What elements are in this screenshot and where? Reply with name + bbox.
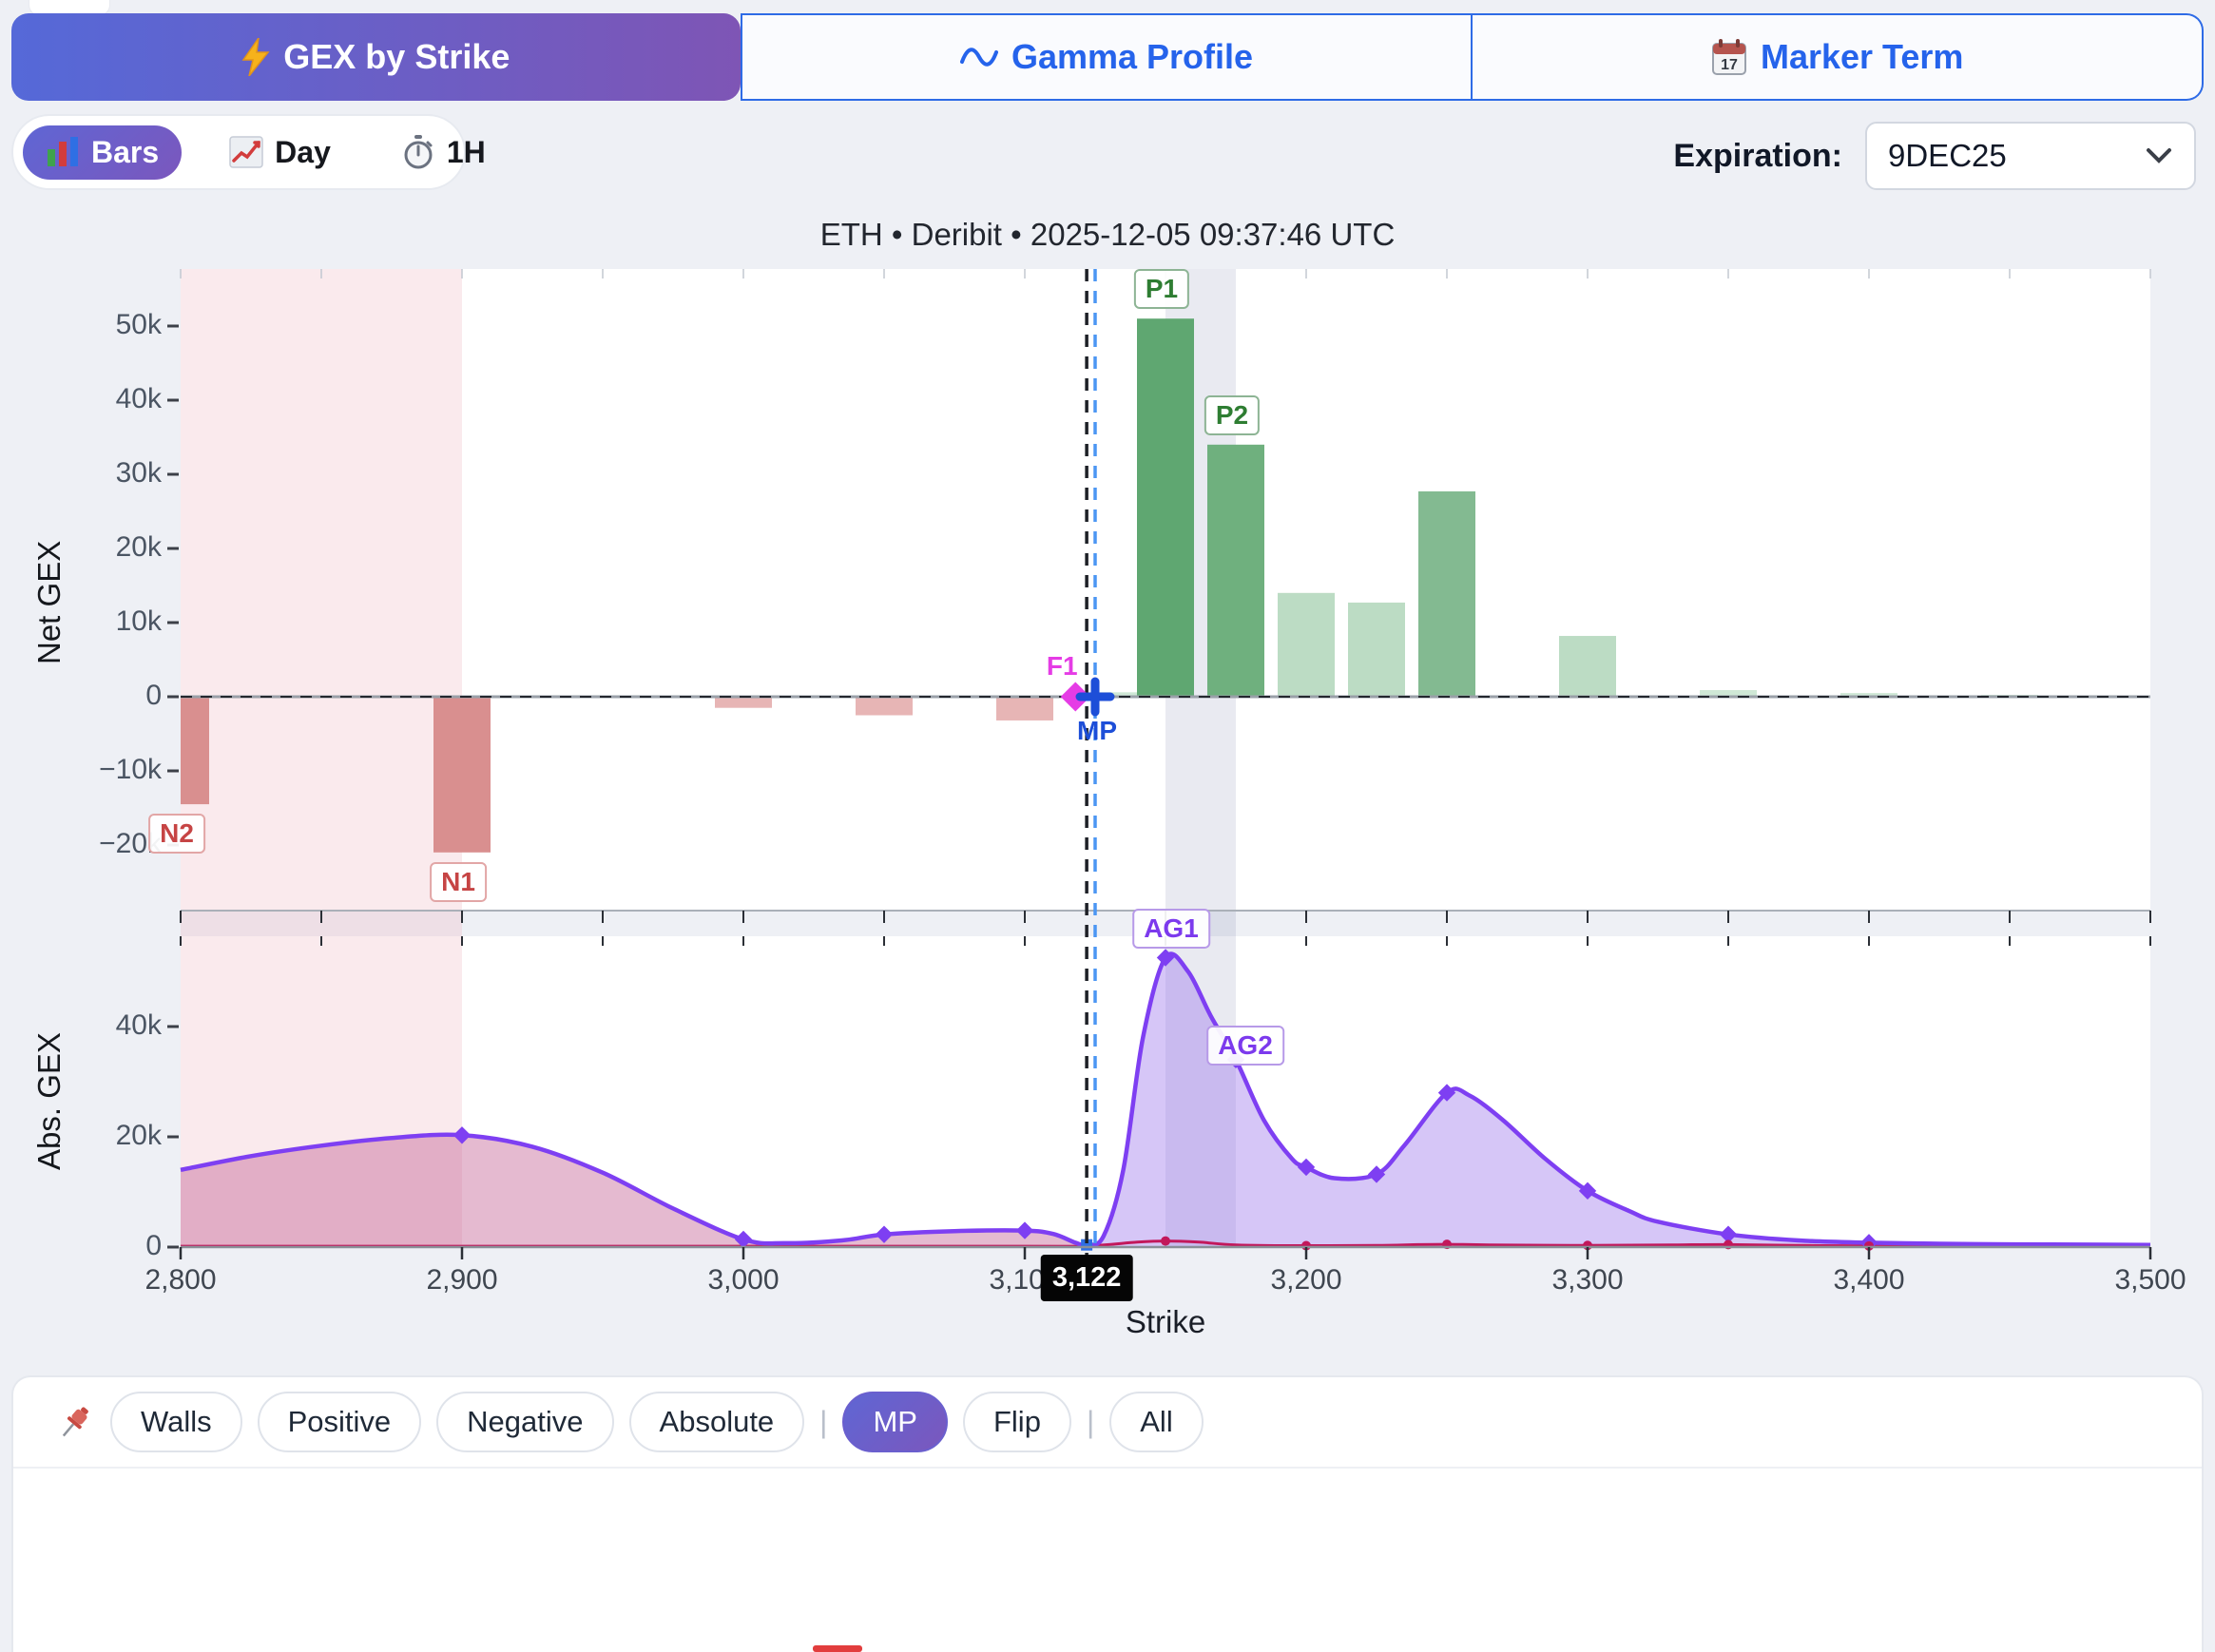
- filter-positive[interactable]: Positive: [258, 1392, 422, 1452]
- net-gex-bar-2800[interactable]: [181, 697, 209, 804]
- gex-charts[interactable]: [0, 0, 2215, 1388]
- net-gex-bar-3225[interactable]: [1348, 603, 1405, 697]
- filter-walls[interactable]: Walls: [110, 1392, 242, 1452]
- net-gex-bar-3150[interactable]: [1137, 318, 1194, 697]
- pill-divider: |: [819, 1405, 827, 1440]
- net-gex-bar-3050[interactable]: [856, 697, 913, 716]
- filter-absolute[interactable]: Absolute: [629, 1392, 805, 1452]
- filter-pill-row: Walls PositiveNegative Absolute | MPFlip | All: [13, 1377, 2202, 1469]
- pill-divider: |: [1087, 1405, 1094, 1440]
- red-marker-3150: [1161, 1237, 1170, 1246]
- band-pink: [181, 269, 462, 1247]
- bottom-panel: Walls PositiveNegative Absolute | MPFlip | All…: [11, 1375, 2204, 1652]
- filter-all[interactable]: All: [1109, 1392, 1203, 1452]
- pushpin-icon: [55, 1401, 95, 1443]
- net-gex-bar-3300[interactable]: [1559, 636, 1616, 697]
- net-gex-bar-3100[interactable]: [996, 697, 1053, 720]
- red-marker-line: [813, 1645, 862, 1652]
- net-gex-bar-3200[interactable]: [1278, 593, 1335, 697]
- filter-negative[interactable]: Negative: [436, 1392, 613, 1452]
- net-gex-bar-3250[interactable]: [1418, 491, 1475, 697]
- filter-flip[interactable]: Flip: [963, 1392, 1071, 1452]
- net-gex-bar-3000[interactable]: [715, 697, 772, 708]
- net-gex-bar-2900[interactable]: [433, 697, 491, 853]
- net-gex-bar-3175[interactable]: [1207, 445, 1264, 697]
- filter-mp[interactable]: MP: [842, 1392, 948, 1452]
- gex-dashboard: GEX by StrikeGamma Profile17Marker Term …: [0, 0, 2215, 1652]
